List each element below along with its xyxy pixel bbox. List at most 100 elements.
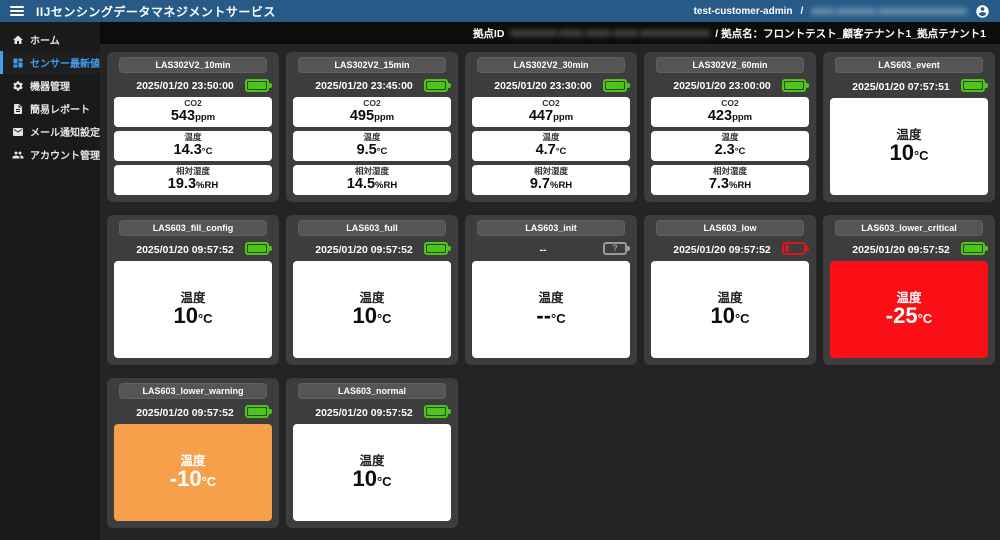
- sidebar-item-grid[interactable]: センサー最新値一覧: [0, 51, 100, 74]
- metric-value: 10°C: [352, 471, 391, 490]
- sensor-card[interactable]: LAS603_fill_config 2025/01/20 09:57:52 温…: [107, 215, 279, 365]
- top-app-bar: IIJセンシングデータマネジメントサービス test-customer-admi…: [0, 0, 1000, 22]
- metric-value: -25°C: [886, 308, 932, 327]
- last-update-timestamp: 2025/01/20 07:57:51: [852, 81, 950, 93]
- metric-value: 10°C: [352, 308, 391, 327]
- metric-value: 19.3%RH: [168, 176, 218, 194]
- home-icon: [12, 34, 24, 46]
- metric-label: 温度: [359, 456, 384, 466]
- sensor-card[interactable]: LAS603_lower_warning 2025/01/20 09:57:52…: [107, 378, 279, 528]
- metric-label: CO2: [184, 98, 201, 108]
- metric-label: CO2: [363, 98, 380, 108]
- sensor-name-chip: LAS302V2_10min: [119, 57, 267, 73]
- sensor-name-chip: LAS603_fill_config: [119, 220, 267, 236]
- metric-label: 相対湿度: [176, 166, 210, 176]
- sidebar-item-gear[interactable]: 機器管理: [0, 74, 100, 97]
- battery-full-icon: [424, 79, 448, 92]
- sensor-card[interactable]: LAS603_full 2025/01/20 09:57:52 温度10°C: [286, 215, 458, 365]
- sensor-card[interactable]: LAS302V2_10min 2025/01/20 23:50:00 CO254…: [107, 52, 279, 202]
- menu-icon[interactable]: [10, 6, 24, 16]
- sensor-name-chip: LAS603_event: [835, 57, 983, 73]
- gear-icon: [12, 80, 24, 92]
- sensor-name-chip: LAS302V2_30min: [477, 57, 625, 73]
- sensor-card[interactable]: LAS603_low 2025/01/20 09:57:52 温度10°C: [644, 215, 816, 365]
- sensor-name-chip: LAS302V2_60min: [656, 57, 804, 73]
- metric-label: 相対湿度: [534, 166, 568, 176]
- sensor-card[interactable]: LAS603_lower_critical 2025/01/20 09:57:5…: [823, 215, 995, 365]
- metric-value: 9.7%RH: [530, 176, 572, 194]
- last-update-timestamp: 2025/01/20 23:00:00: [673, 80, 771, 92]
- sensor-card[interactable]: LAS302V2_15min 2025/01/20 23:45:00 CO249…: [286, 52, 458, 202]
- sidebar-item-label: 簡易レポート: [30, 101, 90, 116]
- battery-full-icon: [245, 242, 269, 255]
- sensor-name-chip: LAS603_full: [298, 220, 446, 236]
- sidebar-item-label: ホーム: [30, 32, 60, 47]
- metric-box: CO2543ppm: [114, 97, 272, 127]
- last-update-timestamp: 2025/01/20 09:57:52: [852, 244, 950, 256]
- metric-box: 相対湿度7.3%RH: [651, 165, 809, 195]
- battery-unknown-icon: ?: [603, 242, 627, 255]
- sidebar-item-report[interactable]: 簡易レポート: [0, 97, 100, 120]
- metric-box: 相対湿度19.3%RH: [114, 165, 272, 195]
- metric-box: CO2447ppm: [472, 97, 630, 127]
- battery-full-icon: [961, 79, 985, 92]
- metric-box: CO2495ppm: [293, 97, 451, 127]
- breadcrumb: 拠点ID xxxxxxxx-xxxx-xxxx-xxxx-xxxxxxxxxxx…: [100, 22, 1000, 44]
- sensor-name-chip: LAS603_low: [656, 220, 804, 236]
- metric-box: 温度-25°C: [830, 261, 988, 358]
- metric-value: 423ppm: [708, 108, 752, 126]
- metric-box: 温度14.3°C: [114, 131, 272, 161]
- metric-label: 相対湿度: [355, 166, 389, 176]
- metric-value: 495ppm: [350, 108, 394, 126]
- site-id-redacted: xxxxxxxx-xxxx-xxxx-xxxx-xxxxxxxxxxxx: [509, 27, 710, 39]
- account-circle-icon[interactable]: [975, 4, 990, 19]
- metric-value: 4.7°C: [536, 142, 567, 160]
- sidebar-item-label: メール通知設定: [30, 124, 100, 139]
- metric-value: 14.5%RH: [347, 176, 397, 194]
- current-user-email-redacted: xxxx.xxxxxxx.xxxxxxxxxxxxxxxx: [811, 6, 967, 17]
- sidebar-item-label: アカウント管理: [30, 147, 100, 162]
- last-update-timestamp: 2025/01/20 23:50:00: [136, 80, 234, 92]
- sensor-card[interactable]: LAS603_event 2025/01/20 07:57:51 温度 10°C: [823, 52, 995, 202]
- battery-full-icon: [245, 405, 269, 418]
- metric-value: 7.3%RH: [709, 176, 751, 194]
- current-user-name: test-customer-admin: [694, 6, 793, 17]
- metric-value: 447ppm: [529, 108, 573, 126]
- sensor-card[interactable]: LAS302V2_60min 2025/01/20 23:00:00 CO242…: [644, 52, 816, 202]
- sidebar-item-mail[interactable]: メール通知設定: [0, 120, 100, 143]
- metric-box: 温度4.7°C: [472, 131, 630, 161]
- sensor-card[interactable]: LAS302V2_30min 2025/01/20 23:30:00 CO244…: [465, 52, 637, 202]
- metric-box: 温度10°C: [293, 261, 451, 358]
- metric-label: 温度: [896, 130, 921, 140]
- metric-label: 温度: [180, 456, 205, 466]
- sidebar-item-users[interactable]: アカウント管理: [0, 143, 100, 166]
- metric-box: 相対湿度9.7%RH: [472, 165, 630, 195]
- battery-full-icon: [245, 79, 269, 92]
- sensor-card[interactable]: LAS603_init -- ? 温度--°C: [465, 215, 637, 365]
- site-name: / 拠点名：フロントテスト_顧客テナント1_拠点テナント1: [715, 26, 986, 41]
- metric-label: 温度: [538, 293, 563, 303]
- metric-box: CO2423ppm: [651, 97, 809, 127]
- users-icon: [12, 149, 24, 161]
- site-id-label: 拠点ID: [473, 26, 505, 41]
- last-update-timestamp: --: [540, 244, 547, 256]
- metric-value: -10°C: [170, 471, 216, 490]
- sidebar-item-home[interactable]: ホーム: [0, 28, 100, 51]
- user-separator: /: [801, 6, 804, 17]
- sensor-name-chip: LAS302V2_15min: [298, 57, 446, 73]
- metric-value: 9.5°C: [357, 142, 388, 160]
- last-update-timestamp: 2025/01/20 09:57:52: [315, 244, 413, 256]
- metric-label: 温度: [180, 293, 205, 303]
- last-update-timestamp: 2025/01/20 23:45:00: [315, 80, 413, 92]
- metric-value: 10°C: [710, 308, 749, 327]
- metric-value: 10°C: [889, 145, 928, 164]
- last-update-timestamp: 2025/01/20 23:30:00: [494, 80, 592, 92]
- sensor-card[interactable]: LAS603_normal 2025/01/20 09:57:52 温度10°C: [286, 378, 458, 528]
- metric-box: 相対湿度14.5%RH: [293, 165, 451, 195]
- metric-label: 温度: [717, 293, 742, 303]
- mail-icon: [12, 126, 24, 138]
- metric-value: 14.3°C: [174, 142, 213, 160]
- report-icon: [12, 103, 24, 115]
- metric-box: 温度 -10°C: [114, 424, 272, 521]
- battery-full-icon: [424, 405, 448, 418]
